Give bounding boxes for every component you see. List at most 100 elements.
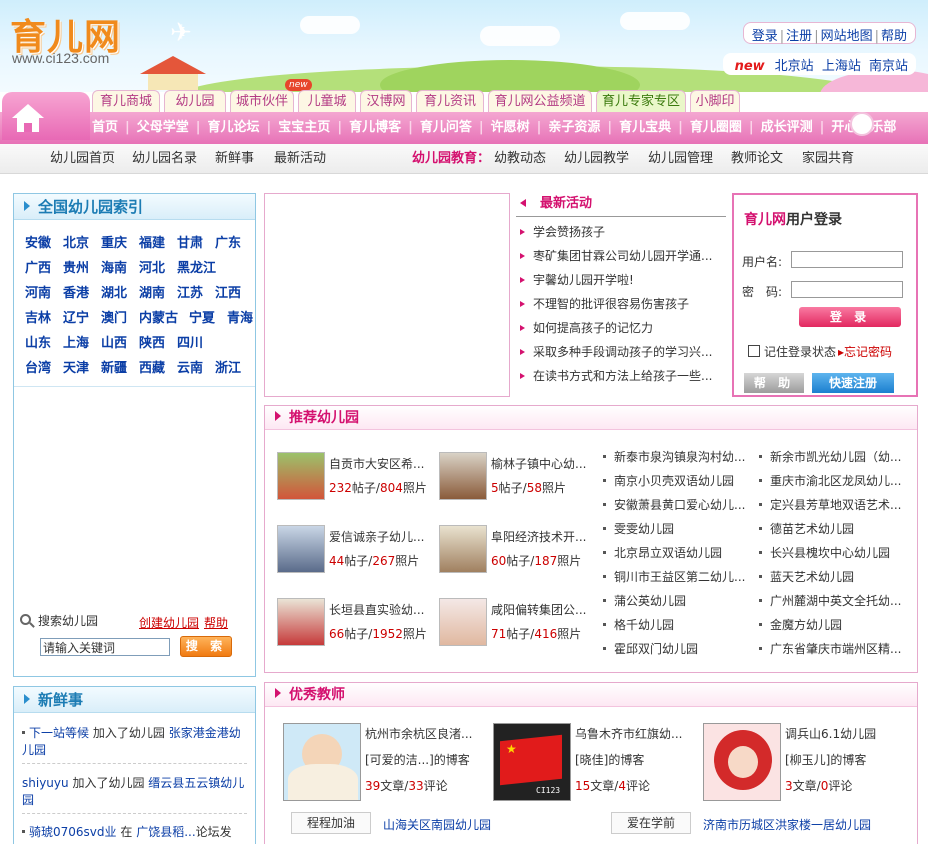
tab-mall[interactable]: 育儿商城: [92, 90, 160, 112]
kindergarten-name[interactable]: 爱信诚亲子幼儿...: [329, 528, 424, 545]
province-link[interactable]: 湖北: [101, 282, 127, 301]
nav-circles[interactable]: 育儿圈圈: [683, 112, 749, 144]
tab-kids-city[interactable]: 儿童城: [298, 90, 356, 112]
tab-charity[interactable]: 育儿网公益频道: [488, 90, 592, 112]
nav-baby-home[interactable]: 宝宝主页: [271, 112, 337, 144]
province-link[interactable]: 河南: [25, 282, 51, 301]
remember-checkbox[interactable]: [748, 345, 760, 357]
tab-kindergarten[interactable]: 幼儿园: [164, 90, 226, 112]
nav-forum[interactable]: 育儿论坛: [201, 112, 267, 144]
kindergarten-list-item[interactable]: 铜川市王益区第二幼儿...: [603, 568, 745, 585]
kindergarten-list-item[interactable]: 德苗艺术幼儿园: [759, 520, 854, 537]
kindergarten-list-item[interactable]: 定兴县芳草地双语艺术...: [759, 496, 901, 513]
activity-title[interactable]: 枣矿集团甘霖公司幼儿园开学通...: [533, 249, 712, 263]
help-link-top[interactable]: 帮助: [881, 29, 907, 44]
province-link[interactable]: 西藏: [139, 357, 165, 376]
province-link[interactable]: 宁夏: [189, 307, 215, 326]
subnav-papers[interactable]: 教师论文: [731, 144, 783, 174]
province-link[interactable]: 福建: [139, 232, 165, 251]
kindergarten-list-item[interactable]: 格千幼儿园: [603, 616, 674, 633]
activity-title[interactable]: 学会赞扬孩子: [533, 225, 605, 239]
teacher-tag[interactable]: 程程加油: [291, 812, 371, 834]
kindergarten-photo[interactable]: [277, 598, 325, 646]
forgot-password-link[interactable]: ▸忘记密码: [838, 343, 892, 360]
subnav-edu-news[interactable]: 幼教动态: [494, 144, 546, 174]
province-link[interactable]: 浙江: [215, 357, 241, 376]
teacher-blog[interactable]: [柳玉儿]的博客: [785, 751, 866, 768]
teacher-blog[interactable]: [晓佳]的博客: [575, 751, 644, 768]
kindergarten-name[interactable]: 阜阳经济技术开...: [491, 528, 586, 545]
province-link[interactable]: 江苏: [177, 282, 203, 301]
province-link[interactable]: 江西: [215, 282, 241, 301]
province-link[interactable]: 台湾: [25, 357, 51, 376]
nav-parent-school[interactable]: 父母学堂: [130, 112, 196, 144]
kindergarten-list-item[interactable]: 新泰市泉沟镇泉沟村幼...: [603, 448, 745, 465]
password-input[interactable]: [791, 281, 903, 298]
province-link[interactable]: 广西: [25, 257, 51, 276]
kindergarten-list-item[interactable]: 南京小贝壳双语幼儿园: [603, 472, 734, 489]
kindergarten-list-item[interactable]: 广州麓湖中英文全托幼...: [759, 592, 901, 609]
city-beijing[interactable]: 北京站: [775, 59, 814, 74]
province-link[interactable]: 天津: [63, 357, 89, 376]
fresh-user[interactable]: 下一站等候: [29, 726, 89, 740]
province-link[interactable]: 贵州: [63, 257, 89, 276]
kindergarten-list-item[interactable]: 重庆市渝北区龙凤幼儿...: [759, 472, 901, 489]
city-shanghai[interactable]: 上海站: [822, 59, 861, 74]
kindergarten-name[interactable]: 榆林子镇中心幼...: [491, 455, 586, 472]
kindergarten-photo[interactable]: [439, 598, 487, 646]
province-link[interactable]: 重庆: [101, 232, 127, 251]
kindergarten-photo[interactable]: [439, 452, 487, 500]
activity-title[interactable]: 宇馨幼儿园开学啦!: [533, 273, 634, 287]
nav-qa[interactable]: 育儿问答: [413, 112, 479, 144]
nav-home[interactable]: 首页: [92, 112, 125, 144]
create-kindergarten-link[interactable]: 创建幼儿园: [139, 614, 199, 631]
subnav-teaching[interactable]: 幼儿园教学: [564, 144, 629, 174]
province-link[interactable]: 上海: [63, 332, 89, 351]
province-link[interactable]: 香港: [63, 282, 89, 301]
province-link[interactable]: 吉林: [25, 307, 51, 326]
fresh-user[interactable]: shiyuyu: [22, 776, 69, 790]
kindergarten-name[interactable]: 自贡市大安区希...: [329, 455, 424, 472]
subnav-fresh[interactable]: 新鲜事: [215, 144, 254, 174]
activity-item[interactable]: 在读书方式和方法上给孩子一些...: [520, 367, 712, 384]
province-link[interactable]: 山西: [101, 332, 127, 351]
province-link[interactable]: 海南: [101, 257, 127, 276]
activity-title[interactable]: 在读书方式和方法上给孩子一些...: [533, 369, 712, 383]
register-link[interactable]: 注册: [786, 29, 812, 44]
tab-city-partner[interactable]: 城市伙伴: [230, 90, 294, 112]
province-link[interactable]: 辽宁: [63, 307, 89, 326]
fresh-user[interactable]: 骑琥0706svd业: [29, 825, 117, 839]
province-link[interactable]: 新疆: [101, 357, 127, 376]
banner-slideshow[interactable]: [264, 193, 510, 397]
nav-blog[interactable]: 育儿博客: [342, 112, 408, 144]
province-link[interactable]: 河北: [139, 257, 165, 276]
kindergarten-list-item[interactable]: 北京昂立双语幼儿园: [603, 544, 722, 561]
province-link[interactable]: 澳门: [101, 307, 127, 326]
activity-item[interactable]: 如何提高孩子的记忆力: [520, 319, 653, 336]
kindergarten-list-item[interactable]: 长兴县槐坎中心幼儿园: [759, 544, 890, 561]
kindergarten-photo[interactable]: [277, 525, 325, 573]
login-link[interactable]: 登录: [752, 29, 778, 44]
kindergarten-name[interactable]: 长垣县直实验幼...: [329, 601, 424, 618]
kindergarten-list-item[interactable]: 广东省肇庆市端州区精...: [759, 640, 901, 657]
tab-footprint[interactable]: 小脚印: [690, 90, 740, 112]
nav-growth-test[interactable]: 成长评测: [754, 112, 820, 144]
province-link[interactable]: 云南: [177, 357, 203, 376]
fresh-target[interactable]: 广饶县稻...: [136, 825, 195, 839]
home-tab[interactable]: [2, 92, 90, 140]
province-link[interactable]: 陕西: [139, 332, 165, 351]
search-button[interactable]: 搜 索: [180, 636, 232, 657]
kindergarten-list-item[interactable]: 雯雯幼儿园: [603, 520, 674, 537]
province-link[interactable]: 湖南: [139, 282, 165, 301]
subnav-management[interactable]: 幼儿园管理: [648, 144, 713, 174]
teacher-kindergarten-link[interactable]: 济南市历城区洪家楼一居幼儿园: [703, 816, 871, 833]
subnav-kg-home[interactable]: 幼儿园首页: [50, 144, 115, 174]
activity-item[interactable]: 宇馨幼儿园开学啦!: [520, 271, 634, 288]
kindergarten-photo[interactable]: [439, 525, 487, 573]
subnav-kg-directory[interactable]: 幼儿园名录: [132, 144, 197, 174]
kindergarten-list-item[interactable]: 金魔方幼儿园: [759, 616, 842, 633]
teacher-blog[interactable]: [可爱的洁...]的博客: [365, 751, 470, 768]
province-link[interactable]: 内蒙古: [139, 307, 178, 326]
teacher-avatar[interactable]: [703, 723, 781, 801]
province-link[interactable]: 甘肃: [177, 232, 203, 251]
